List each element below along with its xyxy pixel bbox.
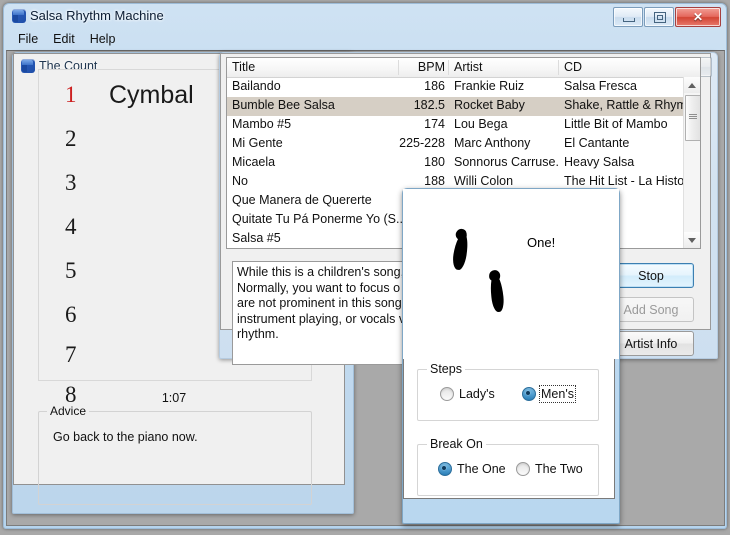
scroll-up-icon: [688, 83, 696, 88]
cell-bpm: 186: [395, 79, 445, 93]
table-row[interactable]: Mambo #5 174 Lou Bega Little Bit of Mamb…: [227, 116, 700, 135]
table-row[interactable]: Bailando 186 Frankie Ruiz Salsa Fresca: [227, 78, 700, 97]
cell-cd: El Cantante: [564, 136, 700, 150]
screen: Salsa Rhythm Machine ✕ File Edit Help Th…: [0, 0, 730, 535]
beat-number: 7: [65, 338, 77, 372]
table-row[interactable]: Micaela 180 Sonnorus Carruse... Heavy Sa…: [227, 154, 700, 173]
scroll-down-icon: [688, 238, 696, 243]
basic-step-dialog: Basic Step ✕ One! Steps Lady's Men's: [402, 188, 620, 524]
stop-button[interactable]: Stop: [608, 263, 694, 288]
radio-label: Lady's: [459, 387, 495, 401]
radio-ladys[interactable]: Lady's: [440, 387, 495, 401]
advice-text: Go back to the piano now.: [53, 430, 198, 444]
radio-indicator: [438, 462, 452, 476]
radio-indicator: [522, 387, 536, 401]
cell-title: Mambo #5: [232, 117, 400, 131]
cell-title: Quitate Tu Pá Ponerme Yo (S...: [232, 212, 404, 226]
cell-artist: Rocket Baby: [454, 98, 560, 112]
cell-artist: Sonnorus Carruse...: [454, 155, 560, 169]
footprint-canvas: One!: [403, 189, 619, 359]
menu-item-help[interactable]: Help: [83, 31, 124, 49]
beat-number: 2: [65, 122, 77, 156]
break-on-groupbox: Break On The One The Two: [417, 444, 599, 496]
app-cube-icon: [12, 9, 27, 24]
table-row[interactable]: Mi Gente 225-228 Marc Anthony El Cantant…: [227, 135, 700, 154]
radio-label: Men's: [541, 387, 574, 401]
add-song-button[interactable]: Add Song: [608, 297, 694, 322]
cell-bpm: 180: [395, 155, 445, 169]
cell-cd: Shake, Rattle & Rhyme: [564, 98, 700, 112]
cell-cd: Little Bit of Mambo: [564, 117, 700, 131]
scrollbar-grip-icon: [689, 114, 697, 119]
table-header-row: Title BPM Artist CD: [227, 58, 700, 78]
radio-the-one[interactable]: The One: [438, 462, 506, 476]
close-button[interactable]: ✕: [675, 7, 721, 27]
steps-legend: Steps: [427, 362, 465, 376]
cell-artist: Willi Colon: [454, 174, 560, 188]
cell-artist: Marc Anthony: [454, 136, 560, 150]
scrollbar-thumb[interactable]: [685, 95, 701, 141]
beat-number: 6: [65, 298, 77, 332]
main-titlebar[interactable]: Salsa Rhythm Machine ✕: [4, 4, 726, 30]
radio-label: The Two: [535, 462, 583, 476]
cell-bpm: 188: [395, 174, 445, 188]
minimize-icon: [623, 18, 635, 22]
cell-title: Bumble Bee Salsa: [232, 98, 400, 112]
steps-groupbox: Steps Lady's Men's: [417, 369, 599, 421]
menu-item-file[interactable]: File: [12, 31, 46, 49]
cell-cd: Heavy Salsa: [564, 155, 700, 169]
cell-artist: Lou Bega: [454, 117, 560, 131]
radio-the-two[interactable]: The Two: [516, 462, 583, 476]
cell-cd: The Hit List - La Historia: [564, 174, 701, 188]
beat-number: 1: [65, 78, 77, 112]
beat-number: 3: [65, 166, 77, 200]
cell-title: Salsa #5: [232, 231, 400, 245]
main-caption-buttons: ✕: [612, 7, 721, 27]
elapsed-time: 1:07: [38, 391, 310, 405]
column-header-bpm[interactable]: BPM: [399, 60, 449, 77]
cell-title: Micaela: [232, 155, 400, 169]
radio-mens[interactable]: Men's: [522, 387, 574, 401]
maximize-button[interactable]: [644, 7, 674, 27]
menu-bar: File Edit Help: [12, 31, 123, 49]
right-footprint-icon: [489, 273, 505, 312]
cell-bpm: 225-228: [395, 136, 445, 150]
beat-label: Cymbal: [109, 78, 194, 112]
menu-item-edit[interactable]: Edit: [46, 31, 83, 49]
cell-bpm: 174: [395, 117, 445, 131]
left-footprint-icon: [451, 232, 470, 271]
beat-number: 4: [65, 210, 77, 244]
songs-scrollbar[interactable]: [683, 77, 700, 248]
cell-title: Que Manera de Quererte: [232, 193, 400, 207]
close-icon: ✕: [676, 8, 720, 26]
cell-title: Bailando: [232, 79, 400, 93]
cell-title: Mi Gente: [232, 136, 400, 150]
advice-groupbox: Advice Go back to the piano now.: [38, 411, 312, 505]
scroll-up-button[interactable]: [684, 77, 700, 93]
minimize-button[interactable]: [613, 7, 643, 27]
scroll-down-button[interactable]: [684, 232, 700, 248]
table-row[interactable]: Bumble Bee Salsa 182.5 Rocket Baby Shake…: [227, 97, 700, 116]
column-header-artist[interactable]: Artist: [449, 60, 559, 77]
cell-cd: Salsa Fresca: [564, 79, 700, 93]
window-title: Salsa Rhythm Machine: [30, 8, 164, 23]
column-header-title[interactable]: Title: [227, 60, 399, 77]
maximize-icon: [654, 12, 666, 23]
basic-step-client: One! Steps Lady's Men's Break On The One: [403, 189, 615, 499]
break-on-legend: Break On: [427, 437, 486, 451]
cell-title: No: [232, 174, 400, 188]
radio-indicator: [440, 387, 454, 401]
beat-number: 5: [65, 254, 77, 288]
cell-bpm: 182.5: [395, 98, 445, 112]
column-header-cd[interactable]: CD: [559, 60, 700, 77]
radio-indicator: [516, 462, 530, 476]
beat-cue-text: One!: [527, 235, 555, 250]
app-cube-icon: [21, 59, 36, 74]
radio-label: The One: [457, 462, 506, 476]
artist-info-button[interactable]: Artist Info: [608, 331, 694, 356]
advice-legend: Advice: [47, 404, 89, 418]
cell-artist: Frankie Ruiz: [454, 79, 560, 93]
